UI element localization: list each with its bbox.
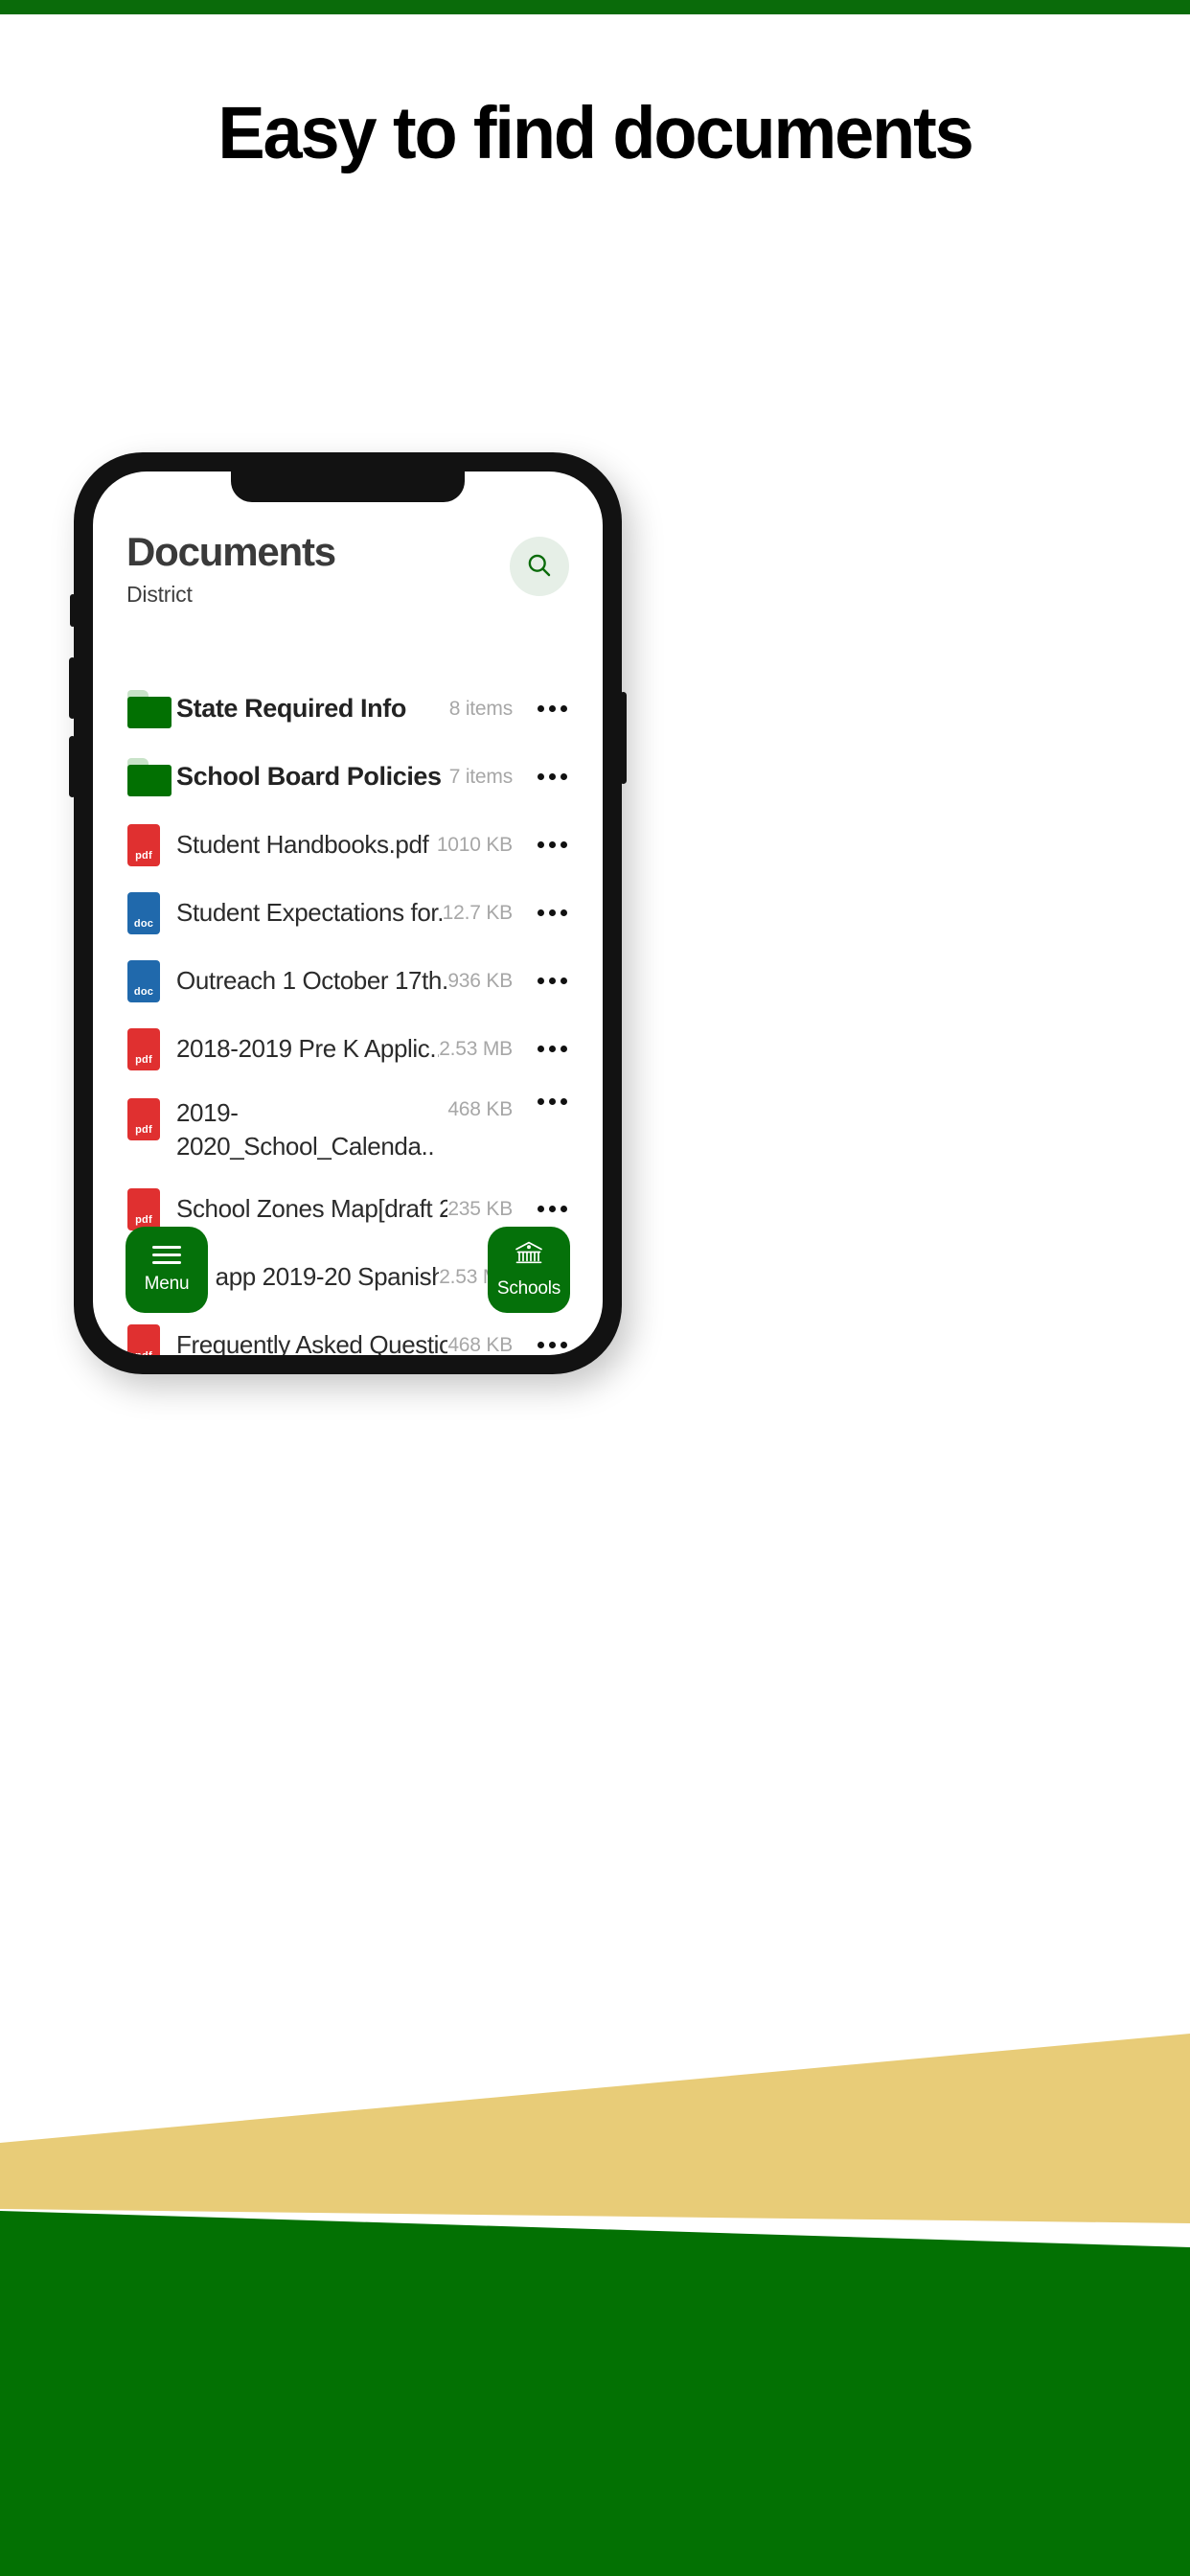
documents-subtitle: District xyxy=(126,582,193,608)
list-item-meta: 12.7 KB xyxy=(442,901,514,924)
pdf-file-icon: pdf xyxy=(127,1098,172,1140)
folder-icon xyxy=(127,689,172,728)
list-item-meta: 235 KB xyxy=(447,1197,513,1220)
pdf-file-icon: pdf xyxy=(127,823,172,866)
nav-button-label: Schools xyxy=(496,1277,561,1299)
list-item[interactable]: doc Student Expectations for... 12.7 KB xyxy=(93,879,603,947)
more-options-icon[interactable] xyxy=(532,1206,572,1212)
list-item-meta: 2.53 MB xyxy=(439,1037,513,1060)
phone-volume-up-button[interactable] xyxy=(69,657,76,719)
pdf-file-icon: pdf xyxy=(127,1027,172,1070)
list-item-name: Student Handbooks.pdf xyxy=(176,830,429,859)
search-icon xyxy=(525,551,554,583)
app-header: Documents District xyxy=(93,529,603,608)
file-type-label: doc xyxy=(133,985,154,998)
more-options-icon[interactable] xyxy=(532,978,572,984)
phone-mute-switch[interactable] xyxy=(70,594,76,627)
list-item-meta: 468 KB xyxy=(447,1333,513,1356)
documents-title: Documents xyxy=(126,529,336,574)
phone-volume-down-button[interactable] xyxy=(69,736,76,797)
phone-screen: Documents District State Required Info 8… xyxy=(93,472,603,1355)
list-item[interactable]: pdf Student Handbooks.pdf 1010 KB xyxy=(93,811,603,879)
hamburger-menu-icon xyxy=(152,1245,181,1264)
nav-button-label: Menu xyxy=(144,1273,190,1294)
list-item-meta: 936 KB xyxy=(447,969,513,992)
list-item[interactable]: School Board Policies 7 items xyxy=(93,743,603,811)
list-item[interactable]: State Required Info 8 items xyxy=(93,675,603,743)
doc-file-icon: doc xyxy=(127,891,172,934)
school-building-icon xyxy=(513,1241,545,1269)
file-type-label: pdf xyxy=(135,849,152,862)
list-item-name: School Board Policies xyxy=(176,762,442,791)
more-options-icon[interactable] xyxy=(532,1342,572,1348)
more-options-icon[interactable] xyxy=(532,705,572,712)
list-item-meta: 8 items xyxy=(448,697,513,720)
list-item-name: 2019-2020_School_Calenda.. xyxy=(176,1098,435,1162)
list-item-meta: 468 KB xyxy=(447,1098,513,1120)
list-item[interactable]: doc Outreach 1 October 17th.doc 936 KB xyxy=(93,947,603,1015)
doc-file-icon: doc xyxy=(127,959,172,1002)
green-field xyxy=(0,2211,1190,2576)
file-type-label: pdf xyxy=(135,1053,152,1066)
page-title: Easy to find documents xyxy=(217,92,973,174)
list-item-meta: 1010 KB xyxy=(436,833,513,856)
more-options-icon[interactable] xyxy=(532,1046,572,1052)
list-item-name: Student Expectations for... xyxy=(176,898,443,927)
pdf-file-icon: pdf xyxy=(127,1323,172,1355)
phone-notch xyxy=(231,472,465,502)
more-options-icon[interactable] xyxy=(532,909,572,916)
file-type-label: pdf xyxy=(135,1213,152,1226)
list-item[interactable]: pdf 2018-2019 Pre K Applic... 2.53 MB xyxy=(93,1015,603,1083)
list-item-meta: 7 items xyxy=(448,765,513,788)
more-options-icon[interactable] xyxy=(532,841,572,848)
app-header-titles: Documents District xyxy=(126,529,336,608)
list-item-name: Outreach 1 October 17th.doc xyxy=(176,966,448,995)
list-item-name: 2018-2019 Pre K Applic... xyxy=(176,1034,440,1063)
file-type-label: pdf xyxy=(127,1350,160,1355)
screenshot-stage: Easy to find documents Documents Distric… xyxy=(0,0,1190,2576)
file-type-label: doc xyxy=(133,917,154,930)
file-type-label: pdf xyxy=(135,1124,152,1136)
nav-button-schools[interactable]: Schools xyxy=(488,1227,570,1313)
more-options-icon[interactable] xyxy=(532,1098,572,1105)
search-button[interactable] xyxy=(510,537,569,596)
bottom-navigation: Menu Schools xyxy=(93,1227,603,1313)
phone-power-button[interactable] xyxy=(620,692,627,784)
list-item-name: Frequently Asked Questions... xyxy=(176,1330,448,1355)
pdf-file-icon: pdf xyxy=(127,1187,172,1230)
list-item-name: School Zones Map[draft 2]... xyxy=(176,1194,448,1223)
folder-icon xyxy=(127,757,172,796)
list-item[interactable]: pdf Frequently Asked Questions... 468 KB xyxy=(93,1311,603,1355)
list-item-name: State Required Info xyxy=(176,694,406,723)
more-options-icon[interactable] xyxy=(532,773,572,780)
nav-button-menu[interactable]: Menu xyxy=(126,1227,208,1313)
top-accent-bar xyxy=(0,0,1190,14)
list-item[interactable]: pdf 2019-2020_School_Calenda.. 468 KB xyxy=(93,1083,603,1175)
phone-mockup: Documents District State Required Info 8… xyxy=(69,452,627,1374)
